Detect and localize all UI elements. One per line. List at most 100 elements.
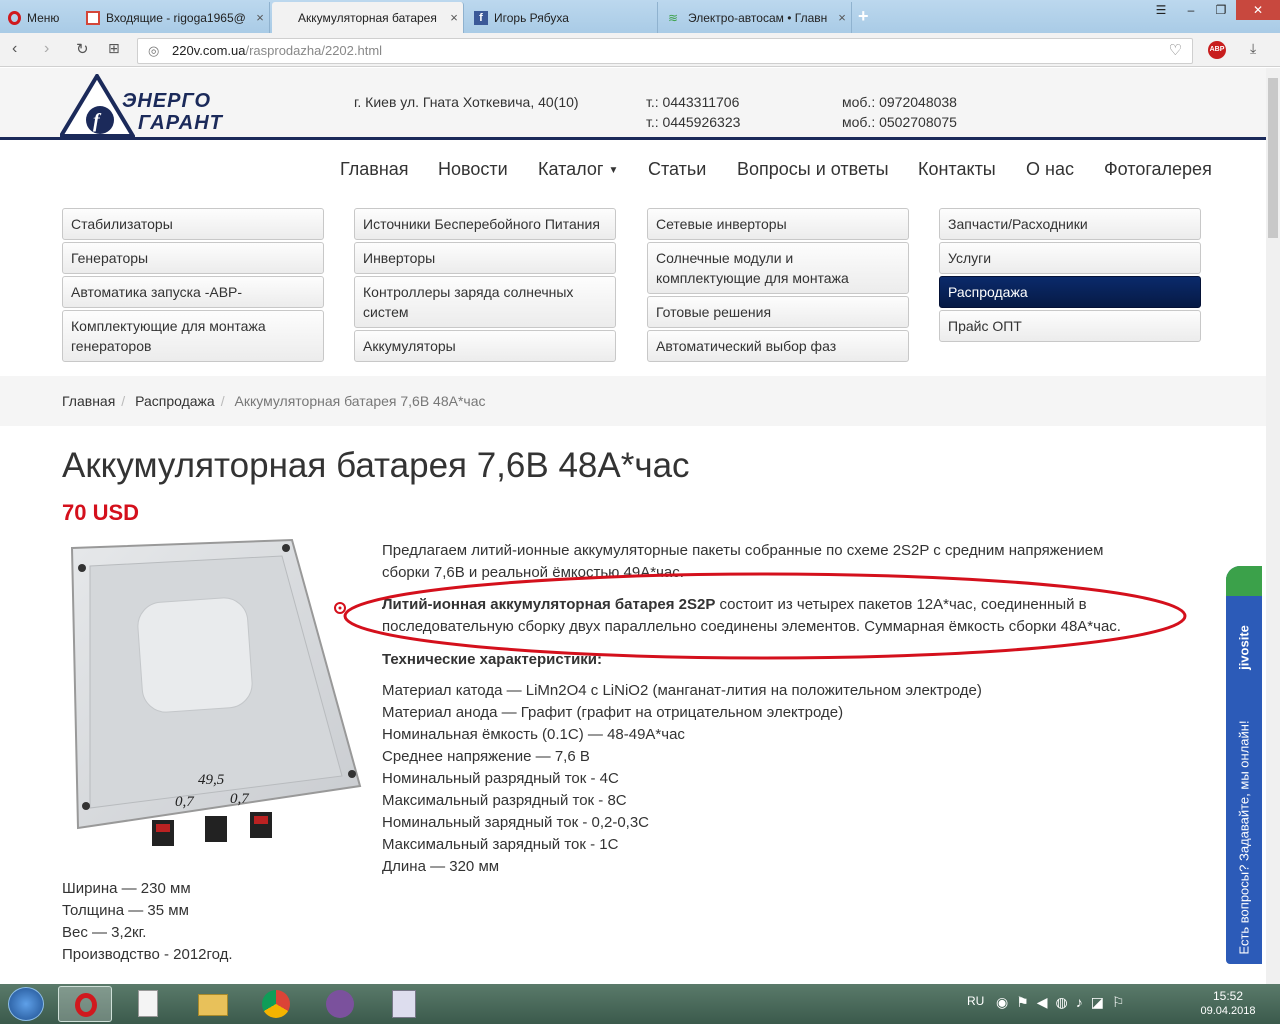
catalog-ups[interactable]: Источники Бесперебойного Питания bbox=[354, 208, 616, 240]
logo-text-top: ЭНЕРГО bbox=[122, 90, 212, 112]
dim-item: Вес — 3,2кг. bbox=[62, 924, 147, 941]
phone-1: т.: 0443311706 bbox=[646, 94, 740, 110]
nav-about[interactable]: О нас bbox=[1026, 159, 1074, 180]
logo-text-bottom: ГАРАНТ bbox=[138, 112, 223, 134]
bookmark-heart-icon[interactable]: ♡ bbox=[1169, 39, 1182, 63]
reload-icon[interactable]: ↻ bbox=[76, 40, 89, 58]
download-icon[interactable]: ⤓ bbox=[1250, 40, 1256, 57]
jivosite-logo: jivosite bbox=[1236, 625, 1252, 670]
adblock-icon[interactable]: ABP bbox=[1208, 41, 1226, 59]
photo-handwritten-mark: 0,7 bbox=[230, 791, 250, 807]
photo-handwritten-mark: 0,7 bbox=[175, 794, 195, 810]
speed-dial-icon[interactable]: ⊞ bbox=[108, 40, 120, 57]
catalog-solar-controllers[interactable]: Контроллеры заряда солнечных систем bbox=[354, 276, 616, 328]
nav-gallery[interactable]: Фотогалерея bbox=[1104, 159, 1212, 180]
clock-date[interactable]: 09.04.2018 bbox=[1196, 1005, 1260, 1017]
maximize-icon[interactable]: ❐ bbox=[1206, 0, 1236, 20]
page-title: Аккумуляторная батарея 7,6В 48А*час bbox=[62, 446, 690, 485]
opera-menu-button[interactable]: Меню bbox=[0, 2, 78, 33]
url-field[interactable]: ◎ 220v.com.ua/rasprodazha/2202.html ♡ bbox=[137, 38, 1193, 64]
nav-home[interactable]: Главная bbox=[340, 159, 409, 180]
close-icon[interactable]: × bbox=[833, 10, 851, 25]
browser-tabbar: Меню Входящие - rigoga1965@ × Аккумулято… bbox=[0, 0, 1280, 33]
forward-icon[interactable]: › bbox=[44, 40, 49, 58]
tray-icons[interactable]: ◉⚑◀◍♪◪⚐ bbox=[996, 994, 1133, 1011]
caret-down-icon: ▼ bbox=[608, 164, 619, 176]
spec-item: Номинальный зарядный ток - 0,2-0,3C bbox=[382, 814, 650, 831]
breadcrumb-current: Аккумуляторная батарея 7,6В 48А*час bbox=[234, 393, 486, 409]
page-scrollbar[interactable] bbox=[1266, 68, 1280, 984]
tab-gmail[interactable]: Входящие - rigoga1965@ × bbox=[78, 2, 270, 33]
gmail-icon bbox=[86, 10, 100, 25]
nav-articles[interactable]: Статьи bbox=[648, 159, 706, 180]
dim-item: Ширина — 230 мм bbox=[62, 880, 191, 897]
product-photo: 49,5 0,7 0,7 bbox=[70, 538, 362, 846]
close-window-icon[interactable]: ✕ bbox=[1236, 0, 1280, 20]
nav-catalog[interactable]: Каталог ▼ bbox=[538, 159, 618, 180]
close-icon[interactable]: × bbox=[251, 10, 269, 25]
catalog-grid-inverters[interactable]: Сетевые инверторы bbox=[647, 208, 909, 240]
catalog-stabilizers[interactable]: Стабилизаторы bbox=[62, 208, 324, 240]
clock-time[interactable]: 15:52 bbox=[1198, 989, 1258, 1003]
nav-faq[interactable]: Вопросы и ответы bbox=[737, 159, 889, 180]
window-controls: ☰ – ❐ ✕ bbox=[1146, 0, 1280, 22]
nav-contacts[interactable]: Контакты bbox=[918, 159, 996, 180]
catalog-inverters[interactable]: Инверторы bbox=[354, 242, 616, 274]
mobile-1: моб.: 0972048038 bbox=[842, 94, 957, 110]
breadcrumb-home[interactable]: Главная bbox=[62, 393, 115, 409]
mobile-2: моб.: 0502708075 bbox=[842, 114, 957, 130]
catalog-generators[interactable]: Генераторы bbox=[62, 242, 324, 274]
web-page: f ЭНЕРГО ГАРАНТ г. Киев ул. Гната Хоткев… bbox=[0, 68, 1266, 984]
taskbar-opera-icon[interactable] bbox=[58, 986, 112, 1022]
breadcrumb-sale[interactable]: Распродажа bbox=[135, 393, 215, 409]
minimize-icon[interactable]: – bbox=[1176, 0, 1206, 20]
catalog-ready-solutions[interactable]: Готовые решения bbox=[647, 296, 909, 328]
taskbar-calculator-icon[interactable] bbox=[378, 986, 432, 1022]
chat-widget-text: Есть вопросы? Задавайте, мы онлайн! bbox=[1236, 720, 1252, 955]
catalog-phase-selector[interactable]: Автоматический выбор фаз bbox=[647, 330, 909, 362]
spec-item: Максимальный зарядный ток - 1C bbox=[382, 836, 619, 853]
globe-icon: ◎ bbox=[148, 43, 160, 58]
nav-news[interactable]: Новости bbox=[438, 159, 508, 180]
spec-item: Номинальный разрядный ток - 4C bbox=[382, 770, 619, 787]
dim-item: Производство - 2012год. bbox=[62, 946, 233, 963]
spec-item: Среднее напряжение — 7,6 В bbox=[382, 748, 590, 765]
spec-item: Номинальная ёмкость (0.1C) — 48-49А*час bbox=[382, 726, 685, 743]
language-indicator[interactable]: RU bbox=[967, 994, 984, 1008]
taskbar-chrome-icon[interactable] bbox=[250, 986, 304, 1022]
catalog-price-wholesale[interactable]: Прайс ОПТ bbox=[939, 310, 1201, 342]
tab-menu-icon[interactable]: ☰ bbox=[1146, 0, 1176, 20]
tab-forum[interactable]: ≋ Электро-автосам • Главн × bbox=[660, 2, 852, 33]
close-icon[interactable]: × bbox=[445, 10, 463, 25]
catalog-generator-parts[interactable]: Комплектующие для монтажа генераторов bbox=[62, 310, 324, 362]
spec-item: Максимальный разрядный ток - 8C bbox=[382, 792, 627, 809]
opera-logo-icon bbox=[8, 10, 21, 25]
taskbar-viber-icon[interactable] bbox=[314, 986, 368, 1022]
specs-title: Технические характеристики: bbox=[382, 651, 603, 668]
chat-widget-top bbox=[1226, 566, 1262, 596]
catalog-solar-modules[interactable]: Солнечные модули и комплектующие для мон… bbox=[647, 242, 909, 294]
scrollbar-thumb[interactable] bbox=[1268, 78, 1278, 238]
taskbar-folder-icon[interactable] bbox=[186, 986, 240, 1022]
catalog-services[interactable]: Услуги bbox=[939, 242, 1201, 274]
product-price: 70 USD bbox=[62, 500, 140, 525]
windows-taskbar: RU ◉⚑◀◍♪◪⚐ 15:52 09.04.2018 bbox=[0, 984, 1280, 1024]
site-header: f ЭНЕРГО ГАРАНТ г. Киев ул. Гната Хоткев… bbox=[0, 68, 1266, 140]
catalog-spare-parts[interactable]: Запчасти/Расходники bbox=[939, 208, 1201, 240]
back-icon[interactable]: ‹ bbox=[12, 40, 17, 58]
catalog-avr[interactable]: Автоматика запуска -АВР- bbox=[62, 276, 324, 308]
spec-item: Материал анода — Графит (графит на отриц… bbox=[382, 704, 844, 721]
chat-widget[interactable]: jivosite Есть вопросы? Задавайте, мы онл… bbox=[1226, 566, 1262, 964]
address-text: г. Киев ул. Гната Хоткевича, 40(10) bbox=[354, 94, 579, 110]
facebook-icon: f bbox=[474, 10, 488, 25]
new-tab-icon[interactable]: + bbox=[858, 6, 869, 27]
forum-icon: ≋ bbox=[668, 10, 679, 25]
catalog-batteries[interactable]: Аккумуляторы bbox=[354, 330, 616, 362]
catalog-sale[interactable]: Распродажа bbox=[939, 276, 1201, 308]
start-button[interactable] bbox=[8, 987, 44, 1021]
taskbar-file-icon[interactable] bbox=[122, 986, 176, 1022]
intro-line-1: Предлагаем литий-ионные аккумуляторные п… bbox=[382, 542, 1104, 559]
tab-battery[interactable]: Аккумуляторная батарея × bbox=[272, 2, 464, 33]
tab-facebook[interactable]: f Игорь Рябуха bbox=[466, 2, 658, 33]
dim-item: Толщина — 35 мм bbox=[62, 902, 189, 919]
